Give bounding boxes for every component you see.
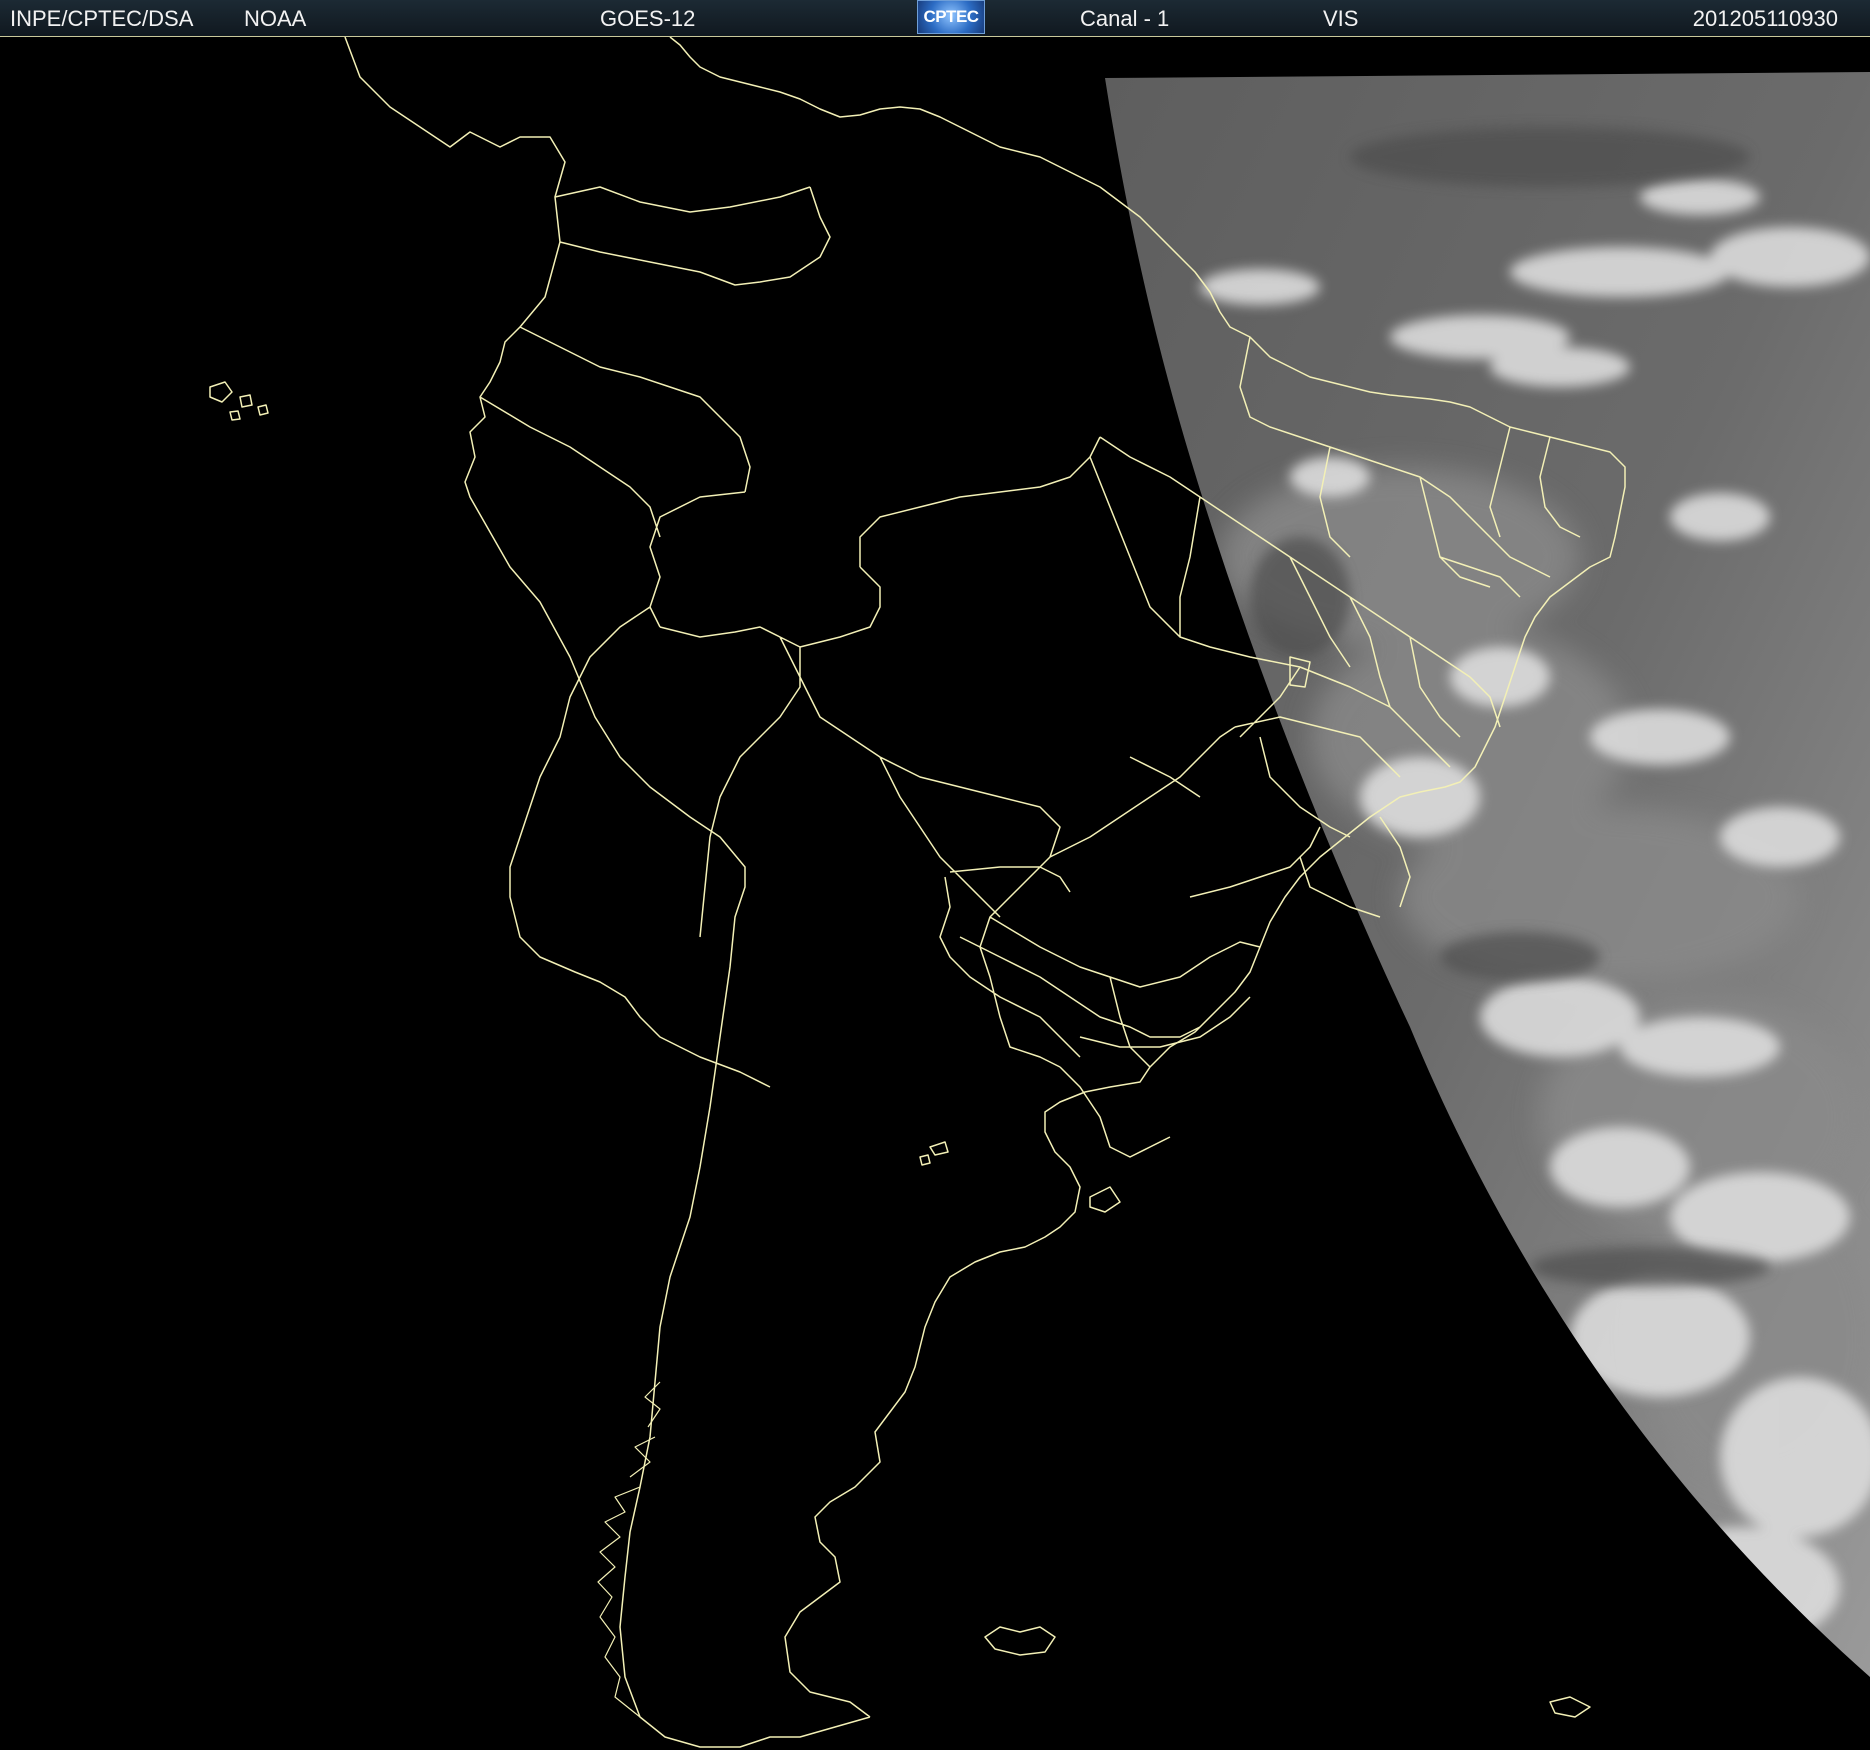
band-label: VIS: [1323, 6, 1359, 31]
agency-label: NOAA: [244, 6, 307, 31]
satellite-map: [0, 37, 1870, 1750]
header-bar: INPE/CPTEC/DSA NOAA GOES-12 CPTEC Canal …: [0, 0, 1870, 37]
satellite-label: GOES-12: [600, 6, 696, 31]
cptec-logo: CPTEC: [917, 0, 985, 34]
source-label: INPE/CPTEC/DSA: [10, 6, 194, 31]
timestamp-label: 201205110930: [1692, 6, 1838, 31]
channel-label: Canal - 1: [1080, 6, 1170, 31]
